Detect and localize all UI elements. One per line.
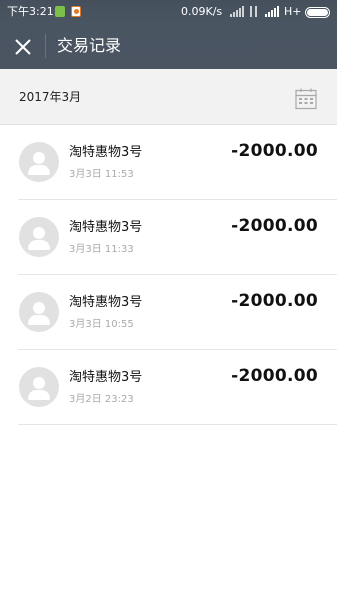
calendar-button[interactable] bbox=[294, 88, 318, 110]
default-avatar-icon bbox=[19, 217, 59, 257]
transaction-name: 淘特惠物3号 bbox=[69, 295, 143, 310]
transaction-name: 淘特惠物3号 bbox=[69, 370, 143, 385]
calendar-icon bbox=[295, 88, 317, 110]
close-button[interactable] bbox=[10, 34, 36, 60]
network-speed: 0.09K/s bbox=[181, 5, 223, 18]
status-bar: 下午3:21 0.09K/s H+ bbox=[0, 0, 337, 24]
signal-bars-icon bbox=[265, 6, 281, 17]
notification-app-icon-2 bbox=[71, 6, 81, 17]
transaction-amount: -2000.00 bbox=[231, 291, 318, 311]
transaction-name: 淘特惠物3号 bbox=[69, 145, 143, 160]
transaction-amount: -2000.00 bbox=[231, 141, 318, 161]
data-arrows-icon bbox=[248, 6, 262, 17]
transaction-row[interactable]: 淘特惠物3号 3月3日 11:53 -2000.00 bbox=[0, 125, 337, 200]
transaction-date: 3月3日 10:55 bbox=[69, 319, 134, 330]
page-title: 交易记录 bbox=[57, 36, 122, 55]
default-avatar-icon bbox=[19, 292, 59, 332]
close-icon bbox=[15, 39, 31, 55]
month-filter-bar: 2017年3月 bbox=[0, 69, 337, 125]
transaction-amount: -2000.00 bbox=[231, 216, 318, 236]
transaction-amount: -2000.00 bbox=[231, 366, 318, 386]
top-bar: 下午3:21 0.09K/s H+ 交易记录 bbox=[0, 0, 337, 69]
transaction-row[interactable]: 淘特惠物3号 3月3日 10:55 -2000.00 bbox=[0, 275, 337, 350]
transaction-date: 3月3日 11:33 bbox=[69, 244, 134, 255]
transaction-row[interactable]: 淘特惠物3号 3月2日 23:23 -2000.00 bbox=[0, 350, 337, 425]
battery-icon bbox=[305, 7, 330, 18]
title-divider bbox=[45, 34, 46, 58]
status-time: 下午3:21 bbox=[7, 5, 54, 18]
transaction-date: 3月2日 23:23 bbox=[69, 394, 134, 405]
default-avatar-icon bbox=[19, 367, 59, 407]
default-avatar-icon bbox=[19, 142, 59, 182]
transaction-list: 淘特惠物3号 3月3日 11:53 -2000.00 淘特惠物3号 3月3日 1… bbox=[0, 125, 337, 425]
transaction-row[interactable]: 淘特惠物3号 3月3日 11:33 -2000.00 bbox=[0, 200, 337, 275]
transaction-date: 3月3日 11:53 bbox=[69, 169, 134, 180]
signal-strength-icon bbox=[230, 6, 244, 17]
transaction-name: 淘特惠物3号 bbox=[69, 220, 143, 235]
network-type: H+ bbox=[284, 5, 302, 18]
notification-app-icon bbox=[55, 6, 65, 17]
month-label: 2017年3月 bbox=[19, 90, 82, 104]
